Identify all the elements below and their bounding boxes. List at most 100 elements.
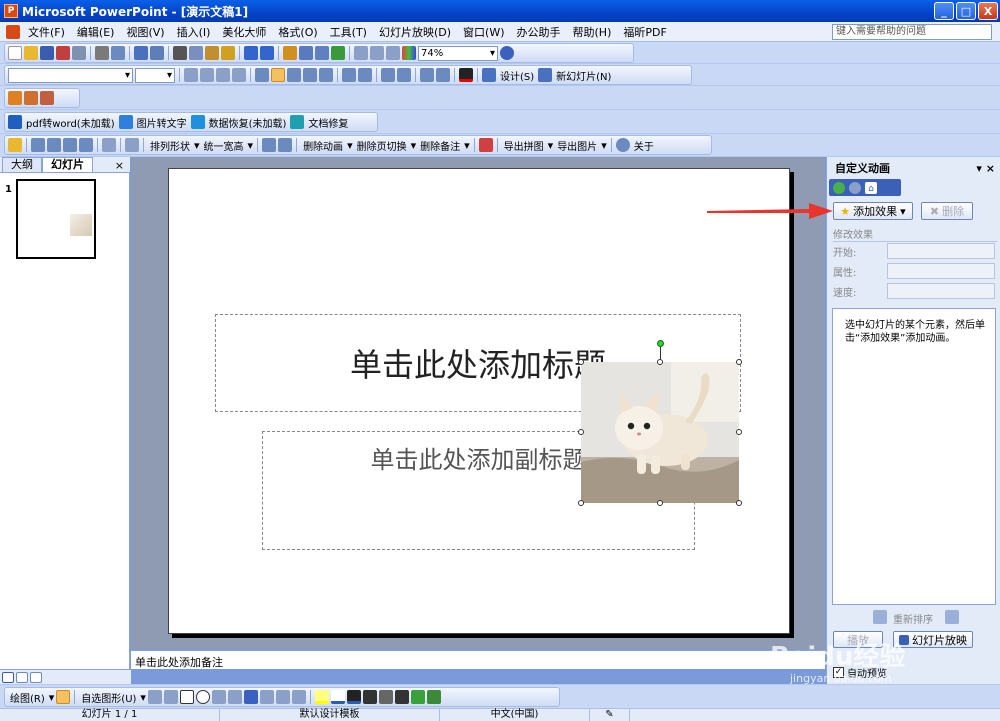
insert-hyperlink-icon[interactable]: [331, 46, 345, 60]
spelling-icon[interactable]: [134, 46, 148, 60]
animation-list[interactable]: 选中幻灯片的某个元素，然后单击“添加效果”添加动画。: [832, 308, 996, 605]
align-right-icon[interactable]: [287, 68, 301, 82]
picture-icon[interactable]: [31, 138, 45, 152]
maximize-button[interactable]: □: [956, 2, 976, 20]
menu-tools[interactable]: 工具(T): [324, 24, 373, 40]
underline-icon[interactable]: [216, 68, 230, 82]
font-color-icon[interactable]: [459, 68, 473, 82]
slide-thumbnail[interactable]: [16, 179, 96, 259]
font-name-select[interactable]: ▾: [8, 67, 133, 83]
doc-repair-button[interactable]: 文档修复: [306, 115, 350, 130]
redo-icon[interactable]: [260, 46, 274, 60]
pdf-to-word-button[interactable]: pdf转word(未加载): [24, 115, 117, 130]
textbox-icon[interactable]: [47, 138, 61, 152]
textbox-draw-icon[interactable]: [211, 690, 226, 704]
format-painter-icon[interactable]: [221, 46, 235, 60]
expand-all-icon[interactable]: [354, 46, 368, 60]
increase-font-icon[interactable]: [381, 68, 395, 82]
move-up-icon[interactable]: [873, 610, 887, 624]
save-icon[interactable]: [40, 46, 54, 60]
start-select[interactable]: [887, 243, 995, 259]
arrow-style-icon[interactable]: [394, 690, 409, 704]
export-image-button[interactable]: 导出图片: [555, 138, 599, 153]
insert-picture-icon[interactable]: [291, 690, 306, 704]
design-button[interactable]: 设计(S): [498, 68, 536, 83]
home-icon[interactable]: ⌂: [865, 181, 877, 194]
notes-pane[interactable]: 单击此处添加备注: [131, 650, 825, 669]
rectangle-icon[interactable]: [179, 690, 194, 704]
new-doc-icon[interactable]: [8, 138, 22, 152]
back-icon[interactable]: [833, 181, 845, 194]
property-select[interactable]: [887, 263, 995, 279]
shadow-icon[interactable]: [232, 68, 246, 82]
fill-color-icon[interactable]: [314, 690, 329, 704]
remove-effect-button[interactable]: ✖ 删除: [921, 202, 973, 220]
new-slide-button[interactable]: 新幻灯片(N): [554, 68, 613, 83]
vertical-textbox-icon[interactable]: [227, 690, 242, 704]
draw-menu-button[interactable]: 绘图(R): [8, 690, 47, 705]
pane-menu-icon[interactable]: ▾ ×: [976, 162, 995, 175]
slide-icon[interactable]: [79, 138, 93, 152]
diagram-icon[interactable]: [259, 690, 274, 704]
menu-insert[interactable]: 插入(I): [171, 24, 217, 40]
minimize-button[interactable]: _: [934, 2, 954, 20]
font-size-select[interactable]: ▾: [135, 67, 175, 83]
menu-format[interactable]: 格式(O): [272, 24, 323, 40]
cat-picture[interactable]: [581, 362, 739, 503]
justify-icon[interactable]: [303, 68, 317, 82]
normal-view-icon[interactable]: [2, 671, 14, 683]
close-button[interactable]: X: [978, 2, 998, 20]
line-icon[interactable]: [147, 690, 162, 704]
forward-icon[interactable]: [849, 181, 861, 194]
play-button[interactable]: 播放: [833, 631, 883, 648]
uniform-size-button[interactable]: 统一宽高: [202, 138, 246, 153]
italic-icon[interactable]: [200, 68, 214, 82]
slideshow-view-icon[interactable]: [30, 671, 42, 683]
distribute-icon[interactable]: [319, 68, 333, 82]
menu-help[interactable]: 帮助(H): [567, 24, 618, 40]
select-objects-icon[interactable]: [56, 690, 71, 704]
document-icon[interactable]: [6, 24, 20, 39]
font-icon[interactable]: [262, 138, 277, 152]
clipart-icon[interactable]: [275, 690, 290, 704]
print-icon[interactable]: [95, 46, 109, 60]
slide-canvas[interactable]: 单击此处添加标题 单击此处添加副标题: [168, 168, 790, 634]
zoom-select[interactable]: 74% ▾: [418, 45, 498, 61]
remove-transition-button[interactable]: 删除页切换: [355, 138, 409, 153]
help-search-input[interactable]: 键入需要帮助的问题: [832, 24, 992, 40]
menu-view[interactable]: 视图(V): [120, 24, 170, 40]
arrow-icon[interactable]: [163, 690, 178, 704]
move-down-icon[interactable]: [945, 610, 959, 624]
show-formatting-icon[interactable]: [370, 46, 384, 60]
powerpoint-app-icon[interactable]: P: [4, 4, 18, 18]
menu-window[interactable]: 窗口(W): [457, 24, 510, 40]
increase-indent-icon[interactable]: [436, 68, 450, 82]
research-icon[interactable]: [150, 46, 164, 60]
bullets-icon[interactable]: [358, 68, 372, 82]
spelling-status-icon[interactable]: ✎: [590, 709, 630, 721]
arrange-shapes-button[interactable]: 排列形状: [148, 138, 192, 153]
tables-borders-icon[interactable]: [315, 46, 329, 60]
new-icon[interactable]: [8, 46, 22, 60]
menu-beautify[interactable]: 美化大师: [216, 24, 272, 40]
line-color-icon[interactable]: [330, 690, 345, 704]
wand-icon[interactable]: [102, 138, 116, 152]
page-icon[interactable]: [125, 138, 139, 152]
3d-style-icon[interactable]: [426, 690, 441, 704]
numbering-icon[interactable]: [342, 68, 356, 82]
menu-foxit-pdf[interactable]: 福昕PDF: [617, 24, 672, 40]
tab-outline[interactable]: 大纲: [2, 157, 42, 172]
autoshapes-button[interactable]: 自选图形(U): [79, 690, 138, 705]
menu-edit[interactable]: 编辑(E): [71, 24, 121, 40]
align-left-icon[interactable]: [255, 68, 269, 82]
data-recovery-button[interactable]: 数据恢复(未加载): [207, 115, 289, 130]
wordart-icon[interactable]: [243, 690, 258, 704]
insert-chart-icon[interactable]: [283, 46, 297, 60]
decrease-indent-icon[interactable]: [420, 68, 434, 82]
cut-icon[interactable]: [173, 46, 187, 60]
copy-icon[interactable]: [189, 46, 203, 60]
undo-icon[interactable]: [244, 46, 258, 60]
text-color-icon[interactable]: [346, 690, 361, 704]
dash-style-icon[interactable]: [378, 690, 393, 704]
layout-icon[interactable]: [24, 91, 38, 105]
